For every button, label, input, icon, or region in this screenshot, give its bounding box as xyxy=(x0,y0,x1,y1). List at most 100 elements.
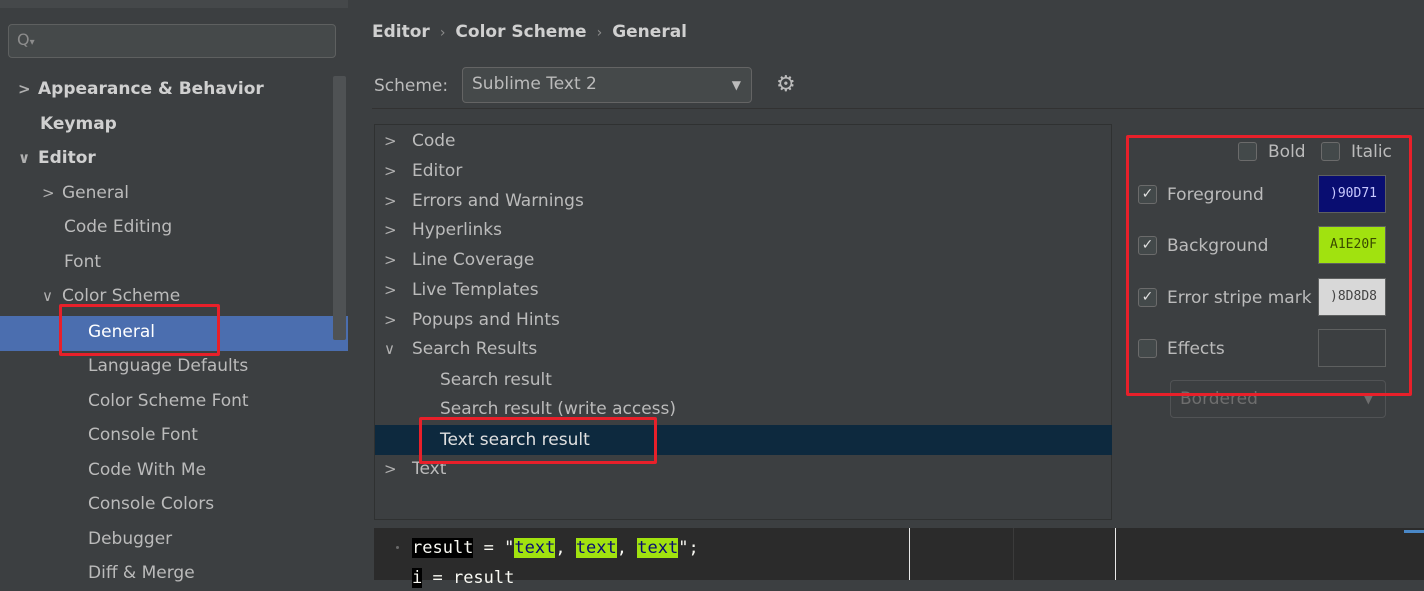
color-tree-label: Hyperlinks xyxy=(412,220,503,240)
right-margin-guide xyxy=(909,528,910,580)
sidebar-item-debugger[interactable]: Debugger xyxy=(88,522,172,556)
sidebar-item-label: Diff & Merge xyxy=(88,563,195,583)
sidebar-item-editor[interactable]: ∨ Editor xyxy=(18,141,96,175)
sidebar-item-label: Keymap xyxy=(40,114,117,134)
italic-checkbox[interactable] xyxy=(1321,142,1340,161)
sidebar-item-label: Color Scheme Font xyxy=(88,391,249,411)
sidebar-item-language-defaults[interactable]: Language Defaults xyxy=(88,349,248,383)
color-tree-item-errors[interactable]: > Errors and Warnings xyxy=(384,186,584,216)
color-tree-item-live-templates[interactable]: > Live Templates xyxy=(384,275,539,305)
sidebar-item-appearance[interactable]: > Appearance & Behavior xyxy=(18,72,264,106)
scheme-label: Scheme: xyxy=(374,76,449,96)
chevron-down-icon: ∨ xyxy=(42,287,53,305)
preview-line-2: i = result xyxy=(412,565,514,591)
effects-type-value: Bordered xyxy=(1180,389,1258,409)
chevron-right-icon: > xyxy=(384,132,397,150)
search-highlight: text xyxy=(637,538,679,558)
breadcrumb-color-scheme[interactable]: Color Scheme xyxy=(455,22,586,42)
color-tree-item-text[interactable]: > Text xyxy=(384,454,446,484)
color-tree-item-editor[interactable]: > Editor xyxy=(384,156,462,186)
sidebar-item-console-colors[interactable]: Console Colors xyxy=(88,487,214,521)
color-tree-item-line-coverage[interactable]: > Line Coverage xyxy=(384,245,534,275)
sidebar-item-label: General xyxy=(62,183,129,203)
color-tree-label: Text xyxy=(412,459,447,479)
sidebar-item-color-scheme[interactable]: ∨ Color Scheme xyxy=(42,279,180,313)
color-tree-label: Search result (write access) xyxy=(440,399,676,419)
color-tree-label: Code xyxy=(412,131,456,151)
color-tree-item-search-results[interactable]: ∨ Search Results xyxy=(384,334,537,364)
sidebar-item-label: Editor xyxy=(38,148,96,168)
sidebar-item-diff-merge[interactable]: Diff & Merge xyxy=(88,556,195,590)
code-token: i xyxy=(412,568,423,588)
settings-search-input[interactable]: Q▾ xyxy=(8,24,336,58)
sidebar-item-label: Code Editing xyxy=(64,217,173,237)
sidebar-item-font[interactable]: Font xyxy=(64,245,101,279)
preview-line-1: result = "text, text, text"; xyxy=(412,535,699,561)
code-token: = result xyxy=(422,568,515,588)
scheme-dropdown[interactable]: Sublime Text 2 ▼ xyxy=(462,67,752,103)
code-token: "; xyxy=(678,538,699,558)
chevron-down-icon: ▼ xyxy=(731,78,741,92)
code-token: , xyxy=(616,538,638,558)
effects-color-swatch[interactable] xyxy=(1318,329,1386,367)
background-color-swatch[interactable]: A1E20F xyxy=(1318,226,1386,264)
sidebar-item-label: General xyxy=(88,322,155,342)
color-tree-label: Live Templates xyxy=(412,280,539,300)
chevron-right-icon: > xyxy=(384,221,397,239)
color-tree-label: Line Coverage xyxy=(412,250,535,270)
search-highlight: text xyxy=(514,538,556,558)
sidebar-item-label: Font xyxy=(64,252,102,272)
divider xyxy=(372,108,1424,109)
error-stripe-checkbox[interactable]: ✓ xyxy=(1138,288,1157,307)
gear-icon[interactable]: ⚙ xyxy=(776,72,796,97)
chevron-right-icon: > xyxy=(384,192,397,210)
foreground-checkbox[interactable]: ✓ xyxy=(1138,185,1157,204)
sidebar-item-general[interactable]: > General xyxy=(42,176,129,210)
color-tree-label: Errors and Warnings xyxy=(412,191,584,211)
color-tree-label: Text search result xyxy=(440,430,590,450)
chevron-right-icon: > xyxy=(384,251,397,269)
sidebar-item-keymap[interactable]: Keymap xyxy=(40,107,117,141)
sidebar-item-code-with-me[interactable]: Code With Me xyxy=(88,453,206,487)
preview-scroll-indicator xyxy=(1404,530,1424,533)
sidebar-item-code-editing[interactable]: Code Editing xyxy=(64,210,172,244)
code-token: , xyxy=(555,538,576,558)
color-tree-item-code[interactable]: > Code xyxy=(384,126,456,156)
color-tree-item-search-result[interactable]: Search result xyxy=(440,365,552,395)
effects-type-dropdown[interactable]: Bordered ▼ xyxy=(1170,380,1386,418)
sidebar-item-label: Color Scheme xyxy=(62,286,181,306)
sidebar-item-color-scheme-general[interactable]: General xyxy=(88,315,155,349)
color-tree-item-hyperlinks[interactable]: > Hyperlinks xyxy=(384,215,502,245)
color-tree-item-popups[interactable]: > Popups and Hints xyxy=(384,305,560,335)
chevron-down-icon: ▼ xyxy=(1363,392,1373,406)
scheme-value: Sublime Text 2 xyxy=(472,74,597,94)
sidebar-item-label: Console Font xyxy=(88,425,198,445)
sidebar-item-color-scheme-font[interactable]: Color Scheme Font xyxy=(88,384,249,418)
chevron-down-icon: ∨ xyxy=(384,340,395,358)
sidebar-item-label: Console Colors xyxy=(88,494,215,514)
color-tree-item-text-search-result[interactable]: Text search result xyxy=(440,425,590,455)
breadcrumb-general: General xyxy=(612,22,688,42)
bold-label: Bold xyxy=(1268,142,1306,162)
foreground-label: Foreground xyxy=(1167,185,1264,205)
chevron-right-icon: > xyxy=(42,184,55,202)
breadcrumb-editor[interactable]: Editor xyxy=(372,22,430,42)
sidebar-item-label: Code With Me xyxy=(88,460,207,480)
sidebar-item-console-font[interactable]: Console Font xyxy=(88,418,198,452)
selected-row-highlight xyxy=(0,316,348,351)
color-tree-item-search-result-write[interactable]: Search result (write access) xyxy=(440,394,676,424)
color-tree-label: Search result xyxy=(440,370,552,390)
error-stripe-color-swatch[interactable]: )8D8D8 xyxy=(1318,278,1386,316)
foreground-color-swatch[interactable]: )90D71 xyxy=(1318,175,1386,213)
color-tree-label: Popups and Hints xyxy=(412,310,560,330)
bold-checkbox[interactable] xyxy=(1238,142,1257,161)
sidebar-scrollbar[interactable] xyxy=(333,76,346,340)
effects-checkbox[interactable] xyxy=(1138,339,1157,358)
sidebar-top-strip xyxy=(0,0,348,8)
background-checkbox[interactable]: ✓ xyxy=(1138,236,1157,255)
sidebar-item-label: Debugger xyxy=(88,529,173,549)
chevron-down-icon: ∨ xyxy=(18,149,31,167)
breadcrumb-separator-icon: › xyxy=(439,25,446,41)
italic-label: Italic xyxy=(1351,142,1392,162)
chevron-right-icon: > xyxy=(384,281,397,299)
